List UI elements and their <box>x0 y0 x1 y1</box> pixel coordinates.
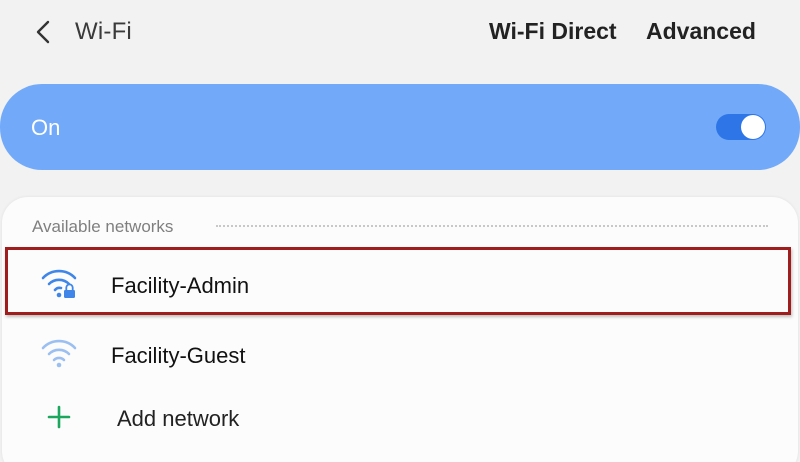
wifi-direct-button[interactable]: Wi-Fi Direct <box>489 18 617 45</box>
chevron-left-icon <box>36 20 50 44</box>
toggle-knob <box>741 115 765 139</box>
wifi-lock-icon <box>41 269 77 298</box>
wifi-settings-screen: Wi-Fi Wi-Fi Direct Advanced On Available… <box>0 0 800 462</box>
add-network-label: Add network <box>117 406 240 431</box>
section-divider <box>216 225 768 227</box>
network-row-facility-guest[interactable]: Facility-Guest <box>0 324 800 386</box>
plus-icon <box>47 405 71 429</box>
back-button[interactable] <box>26 14 60 50</box>
switch-state-label: On <box>31 115 61 140</box>
network-row-facility-admin[interactable]: Facility-Admin <box>0 254 800 316</box>
wifi-master-switch-panel[interactable]: On <box>0 84 800 170</box>
network-name: Facility-Guest <box>111 343 246 368</box>
network-name: Facility-Admin <box>111 273 250 298</box>
advanced-button[interactable]: Advanced <box>646 18 756 45</box>
page-title: Wi-Fi <box>75 18 132 45</box>
available-networks-header: Available networks <box>32 217 174 236</box>
header-bar: Wi-Fi Wi-Fi Direct Advanced <box>0 0 800 64</box>
wifi-icon <box>41 339 77 368</box>
wifi-toggle-switch[interactable] <box>716 114 766 140</box>
add-network-row[interactable]: Add network <box>0 386 800 448</box>
